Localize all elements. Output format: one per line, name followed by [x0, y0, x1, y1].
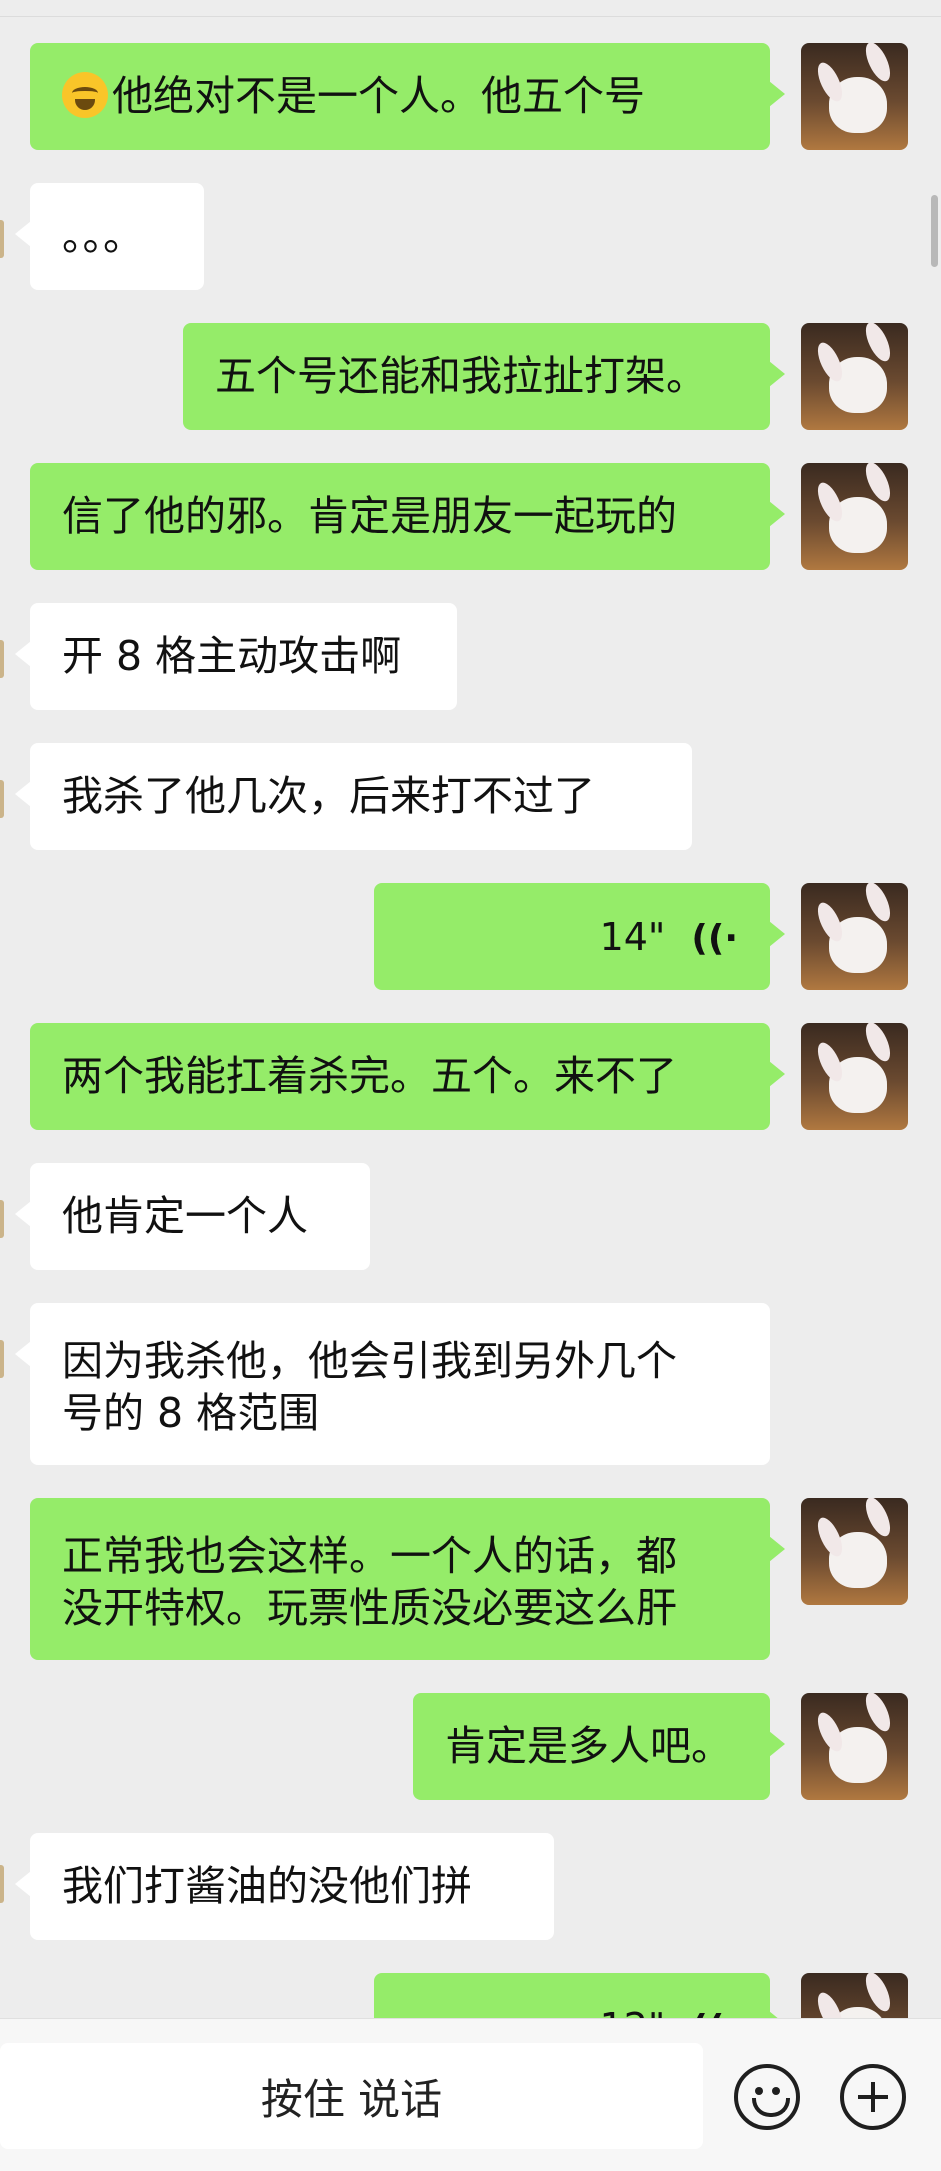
message-text: 他绝对不是一个人。他五个号 [112, 72, 645, 120]
my-avatar[interactable] [801, 1693, 908, 1800]
my-avatar[interactable] [801, 323, 908, 430]
message-bubble-sent[interactable]: 信了他的邪。肯定是朋友一起玩的 [30, 463, 785, 570]
message-text-line: 没开特权。玩票性质没必要这么肝 [62, 1584, 677, 1632]
chat-input-bar: 按住 说话 [0, 2018, 941, 2171]
message-text: 我们打酱油的没他们拼 [62, 1862, 472, 1910]
contact-avatar-edge [0, 640, 4, 678]
chat-area[interactable]: 他绝对不是一个人。他五个号 。。。 五个号还能和我拉扯打架。 信了他的邪。肯定是… [0, 0, 941, 2018]
contact-avatar-edge [0, 220, 4, 258]
message-bubble-received[interactable]: 他肯定一个人 [15, 1163, 370, 1270]
message-bubble-sent[interactable]: 他绝对不是一个人。他五个号 [30, 43, 785, 150]
message-bubble-sent[interactable]: 两个我能扛着杀完。五个。来不了 [30, 1023, 785, 1130]
divider [0, 16, 941, 17]
voice-duration: 14" [599, 915, 666, 959]
voice-duration: 12" [600, 2005, 666, 2018]
message-text: 五个号还能和我拉扯打架。 [215, 352, 707, 400]
hold-to-talk-button[interactable]: 按住 说话 [0, 2043, 703, 2149]
message-bubble-received[interactable]: 。。。 [15, 183, 204, 290]
message-bubble-received[interactable]: 开 8 格主动攻击啊 [15, 603, 457, 710]
my-avatar[interactable] [801, 1498, 908, 1605]
contact-avatar-edge [0, 1865, 4, 1903]
plus-circle-icon[interactable] [840, 2064, 906, 2130]
my-avatar[interactable] [801, 883, 908, 990]
contact-avatar-edge [0, 780, 4, 818]
message-text: 开 8 格主动攻击啊 [62, 632, 402, 680]
message-bubble-sent[interactable]: 肯定是多人吧。 [413, 1693, 785, 1800]
voice-wave-icon: ((· [691, 2003, 738, 2018]
message-bubble-sent[interactable]: 五个号还能和我拉扯打架。 [183, 323, 785, 430]
message-bubble-sent[interactable]: 正常我也会这样。一个人的话，都 没开特权。玩票性质没必要这么肝 [30, 1498, 785, 1660]
message-text-line: 号的 8 格范围 [62, 1389, 320, 1437]
my-avatar[interactable] [801, 1023, 908, 1130]
my-avatar[interactable] [801, 43, 908, 150]
message-text: 两个我能扛着杀完。五个。来不了 [62, 1052, 677, 1100]
message-bubble-received[interactable]: 我杀了他几次，后来打不过了 [15, 743, 692, 850]
message-text-line: 因为我杀他，他会引我到另外几个 [62, 1337, 677, 1385]
message-text: 信了他的邪。肯定是朋友一起玩的 [62, 492, 677, 540]
message-bubble-received[interactable]: 我们打酱油的没他们拼 [15, 1833, 554, 1940]
message-bubble-received[interactable]: 因为我杀他，他会引我到另外几个 号的 8 格范围 [15, 1303, 770, 1465]
contact-avatar-edge [0, 1340, 4, 1378]
laughing-crying-emoji-icon [62, 72, 108, 118]
message-text-line: 正常我也会这样。一个人的话，都 [62, 1532, 677, 1580]
message-text: 我杀了他几次，后来打不过了 [62, 772, 595, 820]
my-avatar[interactable] [801, 1973, 908, 2018]
contact-avatar-edge [0, 1200, 4, 1238]
scrollbar-thumb[interactable] [931, 195, 938, 267]
voice-message-sent[interactable]: 14" ((· [374, 883, 785, 990]
smile-face-icon[interactable] [734, 2064, 800, 2130]
voice-message-sent[interactable]: 12" ((· [374, 1973, 785, 2018]
message-text: 。。。 [62, 212, 144, 260]
my-avatar[interactable] [801, 463, 908, 570]
voice-wave-icon: ((· [691, 918, 738, 959]
message-text: 他肯定一个人 [62, 1192, 308, 1240]
message-text: 肯定是多人吧。 [445, 1722, 732, 1770]
